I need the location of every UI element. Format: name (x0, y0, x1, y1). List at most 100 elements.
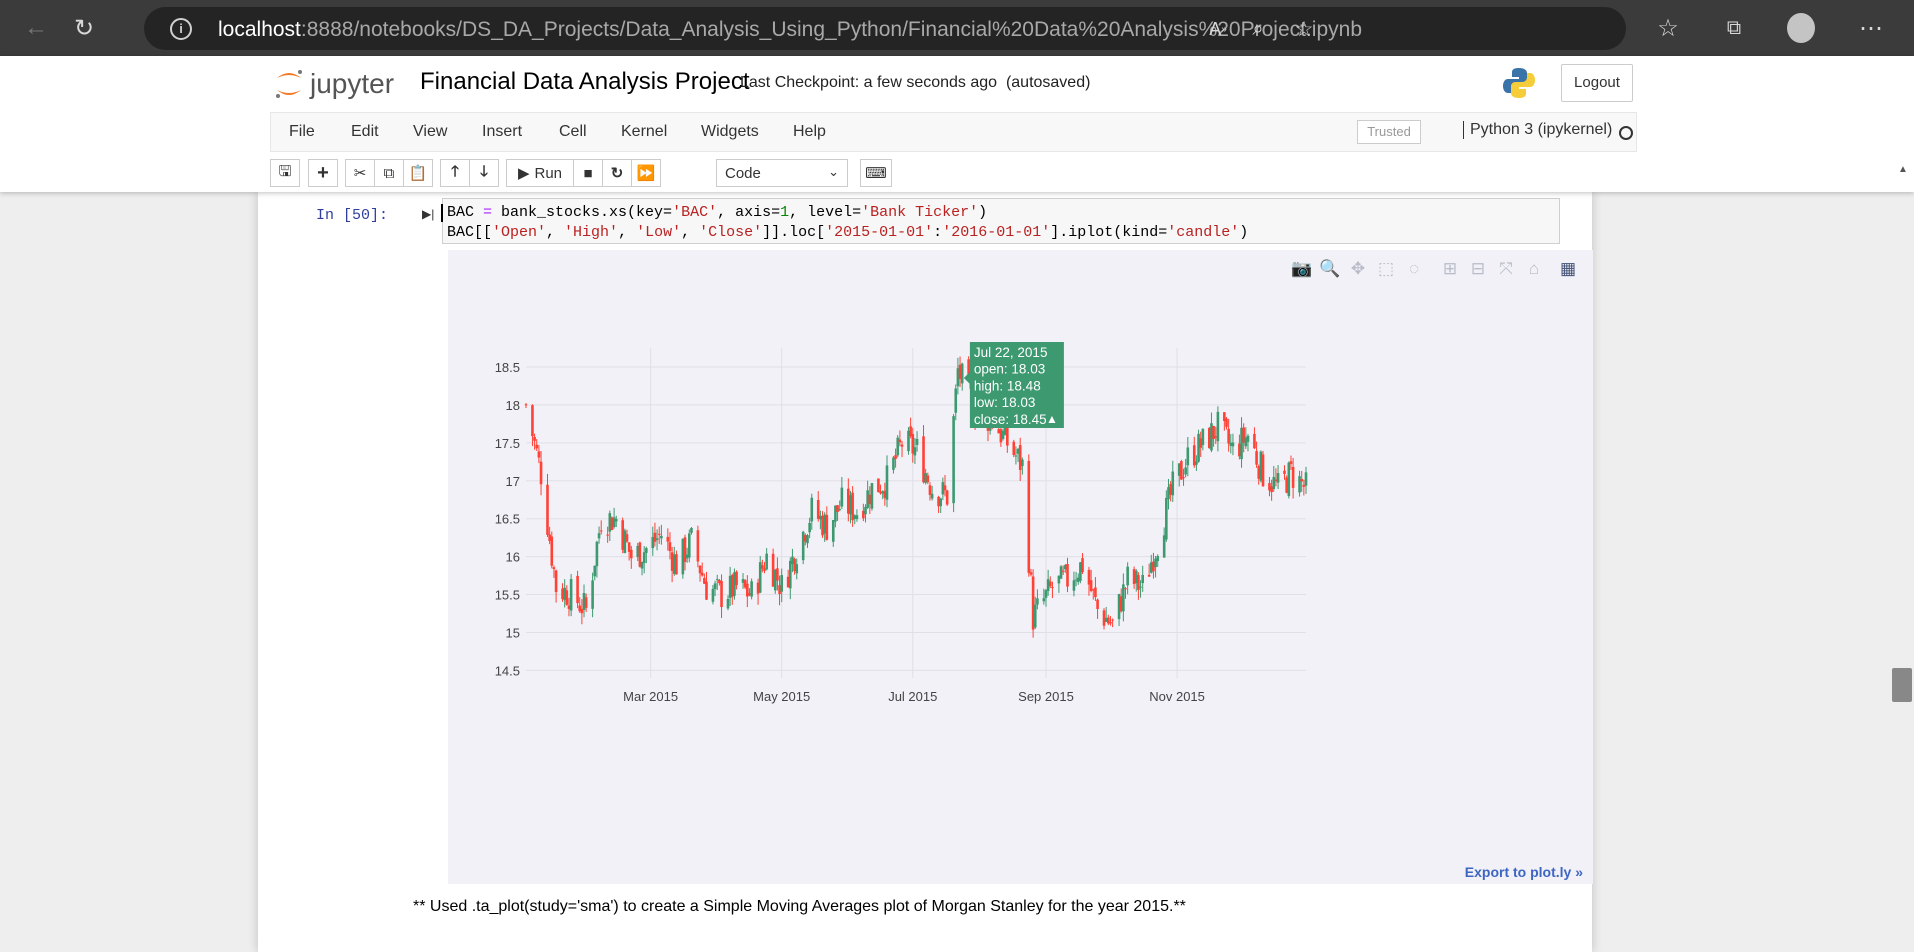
candle-body (892, 457, 895, 470)
save-icon[interactable]: 🖫 (270, 159, 300, 187)
pan-icon[interactable]: ✥ (1347, 258, 1369, 280)
candle-body (1072, 580, 1076, 591)
candle-body (1184, 467, 1187, 475)
reload-icon[interactable]: ↻ (70, 14, 98, 42)
candle-body (1253, 433, 1256, 449)
camera-icon[interactable]: 📷 (1291, 258, 1313, 280)
restart-run-all-icon[interactable]: ⏩ (631, 159, 661, 187)
restart-icon[interactable]: ↻ (602, 159, 632, 187)
zoom-icon[interactable]: 🔍 (1319, 258, 1341, 280)
y-tick-label: 17.5 (495, 436, 520, 451)
move-up-icon[interactable]: 🡑 (440, 159, 470, 187)
scrollbar-thumb[interactable] (1892, 668, 1912, 702)
insert-cell-icon[interactable]: + (308, 159, 338, 187)
collections-icon[interactable]: ⧉ (1720, 14, 1748, 42)
candle-body (1291, 466, 1295, 488)
plotly-chart[interactable]: 📷 🔍 ✥ ⬚ ◌ ⊞ ⊟ ⤧ ⌂ ▦ 18.5 18 17.5 17 16.5 16 15… (448, 250, 1593, 884)
favorites-icon[interactable]: ☆ (1654, 14, 1682, 42)
checkpoint-status: Last Checkpoint: a few seconds ago (auto… (740, 74, 1091, 91)
candle-body (877, 478, 880, 493)
plotly-logo-icon[interactable]: ▦ (1557, 258, 1579, 280)
tooltip-line: Jul 22, 2015 (974, 345, 1048, 360)
site-info-icon[interactable]: i (170, 18, 192, 40)
read-aloud-icon[interactable]: A» (1204, 15, 1232, 43)
jupyter-logo-icon (276, 70, 302, 98)
candle-body (1246, 435, 1250, 442)
candle-body (1227, 428, 1230, 444)
markdown-cell-text[interactable]: ** Used .ta_plot(study='sma') to create … (413, 898, 1186, 916)
autoscale-icon[interactable]: ⤧ (1495, 258, 1517, 280)
jupyter-logo[interactable]: jupyter (274, 64, 394, 104)
tooltip-pointer (963, 372, 970, 384)
candle-body (795, 564, 799, 574)
candle-body (1137, 575, 1140, 590)
candle-body (623, 530, 627, 554)
kernel-name[interactable]: Python 3 (ipykernel) (1463, 121, 1612, 139)
keyboard-icon[interactable]: ⌨ (860, 159, 892, 187)
candle-body (831, 520, 835, 542)
candle-body (780, 575, 784, 592)
profile-avatar-icon[interactable] (1787, 13, 1815, 43)
reset-axes-icon[interactable]: ⌂ (1523, 258, 1545, 280)
candle-body (885, 465, 889, 500)
candle-body (915, 438, 919, 445)
menu-insert[interactable]: Insert (482, 123, 522, 141)
candle-body (655, 538, 659, 540)
candle-body (629, 549, 633, 559)
tooltip-line: low: 18.03 (974, 395, 1036, 410)
zoom-icon[interactable]: ⌕ (1244, 15, 1272, 43)
candle-body (1195, 461, 1198, 465)
cell-run-icon[interactable]: ▶| (422, 207, 434, 221)
play-icon: ▶ (517, 165, 530, 182)
menu-view[interactable]: View (413, 123, 447, 141)
menu-cell[interactable]: Cell (559, 123, 587, 141)
menu-edit[interactable]: Edit (351, 123, 379, 141)
interrupt-icon[interactable]: ■ (573, 159, 603, 187)
add-favorite-icon[interactable]: ☆ (1290, 15, 1318, 43)
more-options-icon[interactable]: ⋯ (1857, 14, 1885, 42)
zoom-out-icon[interactable]: ⊟ (1467, 258, 1489, 280)
candle-body (593, 565, 597, 577)
candle-body (1027, 460, 1031, 573)
code-line-2: BAC[['Open', 'High', 'Low', 'Close']].lo… (447, 224, 1249, 241)
candle-body (1018, 445, 1022, 470)
candle-body (1014, 455, 1018, 457)
cell-type-select[interactable]: Code ⌄ (716, 159, 848, 187)
candle-body (788, 560, 792, 589)
candle-body (591, 580, 594, 609)
candle-body (1081, 558, 1084, 572)
candle-body (776, 568, 779, 581)
run-button[interactable]: ▶ Run (506, 159, 574, 187)
menu-help[interactable]: Help (793, 123, 826, 141)
zoom-in-icon[interactable]: ⊞ (1439, 258, 1461, 280)
copy-icon[interactable]: ⧉ (374, 159, 404, 187)
move-down-icon[interactable]: 🡓 (469, 159, 499, 187)
candle-body (943, 485, 947, 491)
back-arrow-icon[interactable]: ← (22, 14, 50, 42)
candle-body (836, 505, 839, 512)
candle-body (1126, 566, 1129, 586)
logout-button[interactable]: Logout (1561, 64, 1633, 102)
candle-body (569, 579, 573, 611)
notebook-container: In [50]: ▶| BAC = bank_stocks.xs(key='BA… (258, 192, 1593, 952)
scroll-up-arrow-icon[interactable]: ▲ (1898, 164, 1908, 175)
trusted-badge[interactable]: Trusted (1357, 120, 1421, 144)
candle-body (928, 485, 932, 495)
candle-body (1066, 564, 1069, 587)
export-to-plotly-link[interactable]: Export to plot.ly » (1465, 864, 1583, 880)
candle-body (1261, 454, 1265, 487)
menu-widgets[interactable]: Widgets (701, 123, 759, 141)
candle-body (696, 530, 700, 562)
candle-body (945, 490, 949, 505)
box-select-icon[interactable]: ⬚ (1375, 258, 1397, 280)
candle-body (625, 534, 629, 542)
candle-body (700, 572, 704, 576)
notebook-title[interactable]: Financial Data Analysis Project (420, 68, 749, 96)
address-bar[interactable]: i localhost:8888/notebooks/DS_DA_Project… (144, 7, 1626, 50)
lasso-select-icon[interactable]: ◌ (1403, 258, 1425, 280)
menu-kernel[interactable]: Kernel (621, 123, 667, 141)
menu-file[interactable]: File (289, 123, 315, 141)
code-cell-input[interactable]: BAC = bank_stocks.xs(key='BAC', axis=1, … (442, 198, 1560, 244)
cut-icon[interactable]: ✂ (345, 159, 375, 187)
paste-icon[interactable]: 📋 (403, 159, 433, 187)
